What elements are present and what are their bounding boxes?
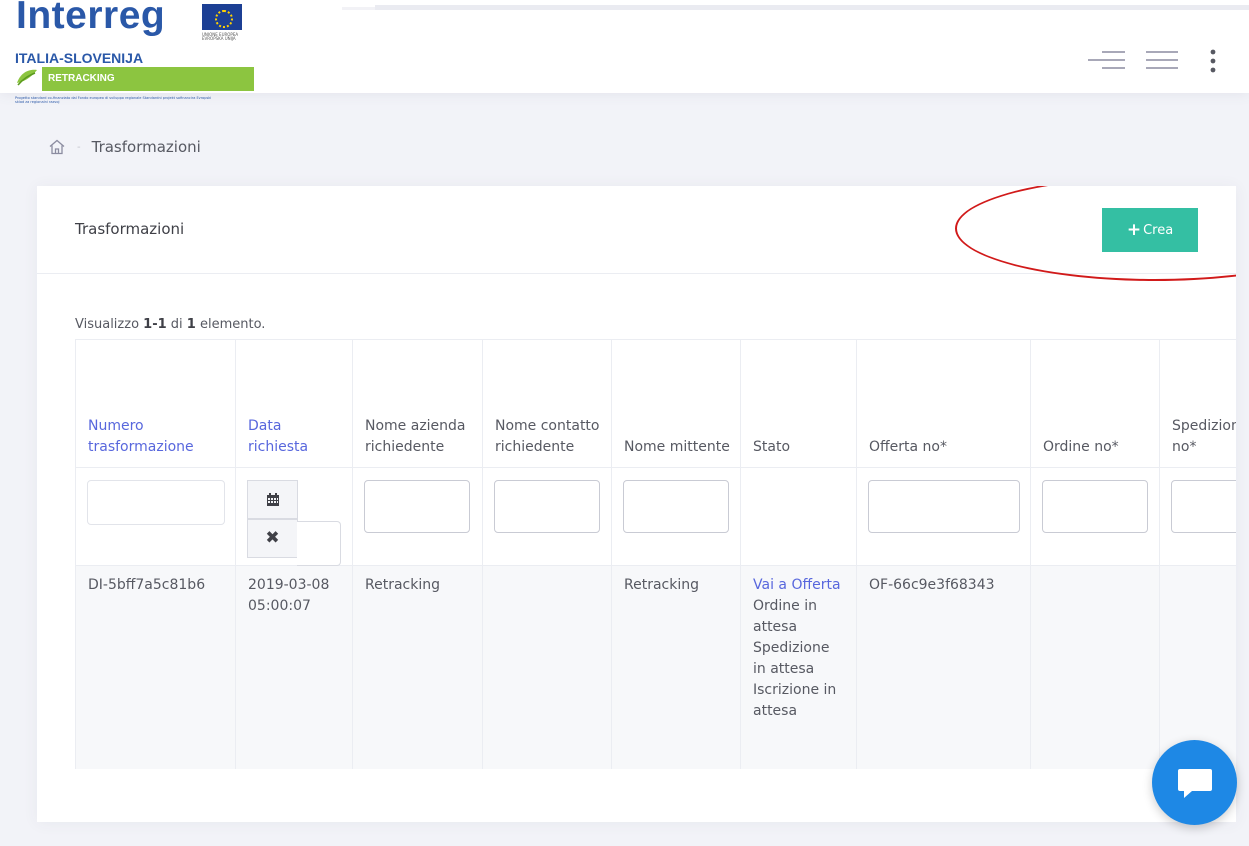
- summary-suffix: elemento.: [195, 317, 266, 332]
- filter-row: ✖: [75, 467, 1236, 566]
- logo-brand: Interreg: [16, 0, 166, 37]
- summary-middle: di: [166, 317, 187, 332]
- column-header-data[interactable]: Data richiesta: [235, 339, 353, 468]
- filter-cell-stato: [740, 467, 857, 566]
- column-header-azienda: Nome azienda richiedente: [352, 339, 483, 468]
- filter-data-input[interactable]: [297, 521, 341, 566]
- column-header-contatto: Nome contatto richiedente: [482, 339, 612, 468]
- stato-spedizione: Spedizione in attesa: [753, 640, 830, 677]
- filter-offerta-input[interactable]: [868, 480, 1020, 533]
- cell-numero: DI-5bff7a5c81b6: [75, 565, 236, 769]
- transformations-table: Numero trasformazione Data richiesta Nom…: [75, 339, 1236, 769]
- column-header-spedizione: Spedizione no*: [1159, 339, 1236, 468]
- summary-total: 1: [186, 317, 196, 332]
- transformations-portlet: Trasformazioni + Crea Visualizzo 1-1 di …: [37, 186, 1236, 822]
- top-strip-left: [342, 7, 375, 10]
- filter-cell-ordine: [1030, 467, 1160, 566]
- logo-fine-print: Progetto standard co-finanziato dal Fond…: [15, 96, 212, 104]
- summary-prefix: Visualizzo: [75, 317, 144, 332]
- cell-mittente: Retracking: [611, 565, 741, 769]
- cell-data: 2019-03-08 05:00:07: [235, 565, 353, 769]
- top-strip: [375, 5, 1249, 10]
- date-filter: ✖: [247, 480, 341, 566]
- logo-region: ITALIA-SLOVENIJA: [15, 50, 144, 66]
- cell-azienda: Retracking: [352, 565, 483, 769]
- leaf-icon: [17, 69, 37, 86]
- logo-project: RETRACKING: [48, 73, 115, 84]
- filter-azienda-input[interactable]: [364, 480, 470, 533]
- filter-cell-offerta: [856, 467, 1031, 566]
- grid-summary: Visualizzo 1-1 di 1 elemento.: [75, 317, 265, 332]
- grid-view: Numero trasformazione Data richiesta Nom…: [75, 339, 1236, 769]
- clear-date-button[interactable]: ✖: [247, 519, 298, 558]
- cell-spedizione: [1159, 565, 1236, 769]
- column-header-numero[interactable]: Numero trasformazione: [75, 339, 236, 468]
- filter-contatto-input[interactable]: [494, 480, 600, 533]
- filter-spedizione-input[interactable]: [1171, 480, 1236, 533]
- stato-iscrizione: Iscrizione in attesa: [753, 682, 837, 719]
- logo-project-bar: RETRACKING: [42, 67, 254, 91]
- hamburger-icon[interactable]: [1146, 50, 1178, 70]
- column-header-offerta: Offerta no*: [856, 339, 1031, 468]
- filter-cell-azienda: [352, 467, 483, 566]
- annotation-ellipse: [955, 186, 1236, 281]
- menu-lines-icon[interactable]: [1088, 50, 1126, 70]
- filter-mittente-input[interactable]: [623, 480, 729, 533]
- more-vertical-icon[interactable]: [1208, 48, 1218, 74]
- filter-cell-mittente: [611, 467, 741, 566]
- stato-ordine: Ordine in attesa: [753, 598, 818, 635]
- cell-stato: Vai a Offerta Ordine in attesa Spedizion…: [740, 565, 857, 769]
- calendar-button[interactable]: [247, 480, 298, 519]
- summary-range: 1-1: [143, 317, 167, 332]
- filter-cell-contatto: [482, 467, 612, 566]
- vai-a-offerta-link[interactable]: Vai a Offerta: [753, 577, 841, 593]
- filter-numero-input[interactable]: [87, 480, 225, 525]
- column-header-ordine: Ordine no*: [1030, 339, 1160, 468]
- column-header-stato: Stato: [740, 339, 857, 468]
- breadcrumb-separator: -: [77, 141, 81, 153]
- breadcrumb: - Trasformazioni: [48, 136, 201, 158]
- breadcrumb-current[interactable]: Trasformazioni: [92, 138, 201, 156]
- table-row: DI-5bff7a5c81b6 2019-03-08 05:00:07 Retr…: [75, 565, 1236, 769]
- cell-offerta: OF-66c9e3f68343: [856, 565, 1031, 769]
- interreg-logo[interactable]: Interreg UNIONE EUROPEA EVROPSKA UNIJA I…: [12, 0, 254, 108]
- filter-cell-spedizione: [1159, 467, 1236, 566]
- calendar-icon: [266, 492, 279, 506]
- home-icon[interactable]: [48, 138, 66, 156]
- cell-contatto: [482, 565, 612, 769]
- chat-button[interactable]: [1152, 740, 1237, 825]
- logo-eu-text: UNIONE EUROPEA EVROPSKA UNIJA: [202, 32, 239, 41]
- table-header-row: Numero trasformazione Data richiesta Nom…: [75, 339, 1236, 468]
- column-header-mittente: Nome mittente: [611, 339, 741, 468]
- eu-flag-icon: [202, 4, 242, 30]
- filter-cell-numero: [75, 467, 236, 566]
- chat-bubble-icon: [1177, 768, 1212, 798]
- filter-ordine-input[interactable]: [1042, 480, 1148, 533]
- page-title: Trasformazioni: [75, 220, 185, 238]
- top-header: Interreg UNIONE EUROPEA EVROPSKA UNIJA I…: [0, 0, 1249, 104]
- filter-cell-data: ✖: [235, 467, 353, 566]
- portlet-head: Trasformazioni + Crea: [37, 186, 1236, 281]
- cell-ordine: [1030, 565, 1160, 769]
